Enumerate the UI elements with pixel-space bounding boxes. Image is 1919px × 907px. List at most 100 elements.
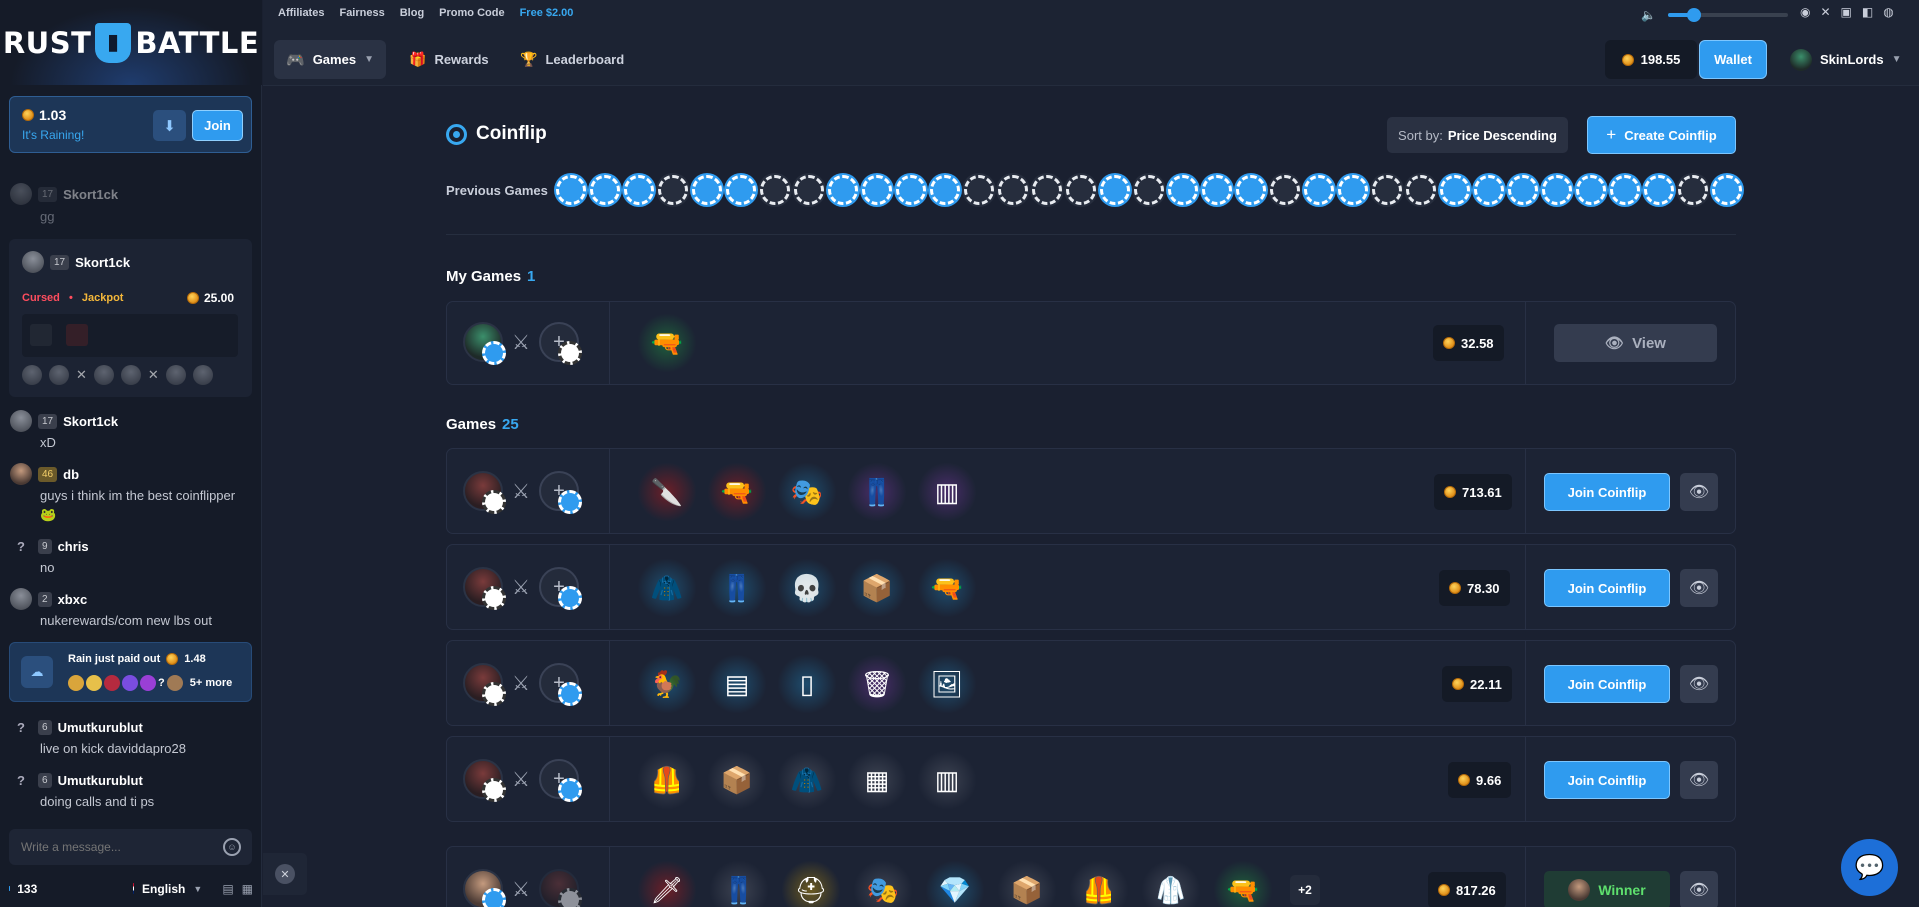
previous-game-white-coin-icon[interactable]	[760, 175, 790, 205]
locker-item-icon[interactable]: ▯	[778, 655, 836, 713]
jackpot-share-card[interactable]: 17 Skort1ck Cursed • Jackpot 25.00 ✕ ✕	[9, 239, 252, 397]
previous-game-white-coin-icon[interactable]	[794, 175, 824, 205]
join-coinflip-button[interactable]: Join Coinflip	[1544, 473, 1670, 511]
x-icon[interactable]: ✕	[1820, 5, 1830, 19]
create-coinflip-button[interactable]: + Create Coinflip	[1587, 116, 1736, 154]
join-slot-plus-icon[interactable]: +	[538, 322, 582, 365]
previous-game-white-coin-icon[interactable]	[964, 175, 994, 205]
previous-game-white-coin-icon[interactable]	[1270, 175, 1300, 205]
avatar[interactable]	[10, 183, 32, 205]
user-menu[interactable]: SkinLords ▼	[1790, 40, 1901, 79]
previous-game-white-coin-icon[interactable]	[1678, 175, 1708, 205]
rifle-item-icon[interactable]: 🔫	[918, 559, 976, 617]
lamp-item-icon[interactable]: 💎	[926, 861, 984, 907]
mask-item-icon[interactable]: 🎭	[778, 463, 836, 521]
chat-username[interactable]: Umutkurublut	[58, 720, 143, 735]
fairness-link[interactable]: Fairness	[339, 7, 384, 19]
rain-tip-icon[interactable]: ⬇	[153, 110, 186, 141]
previous-game-blue-coin-icon[interactable]	[828, 175, 858, 205]
avatar[interactable]	[22, 251, 44, 273]
free-money-link[interactable]: Free $2.00	[520, 7, 574, 19]
unknown-avatar-icon[interactable]: ?	[10, 769, 32, 791]
view-game-button[interactable]: 👁	[1680, 871, 1718, 907]
previous-game-blue-coin-icon[interactable]	[624, 175, 654, 205]
more-items-badge[interactable]: +2	[1290, 875, 1320, 905]
player-avatar[interactable]	[463, 759, 506, 802]
previous-game-white-coin-icon[interactable]	[1372, 175, 1402, 205]
previous-game-blue-coin-icon[interactable]	[1440, 175, 1470, 205]
previous-game-blue-coin-icon[interactable]	[896, 175, 926, 205]
player-avatar[interactable]	[463, 322, 506, 365]
wallet-button[interactable]: Wallet	[1699, 40, 1767, 79]
view-game-button[interactable]: 👁 View	[1554, 324, 1717, 362]
games-menu[interactable]: 🎮 Games ▼	[274, 40, 386, 79]
player-avatar[interactable]	[463, 471, 506, 514]
previous-game-blue-coin-icon[interactable]	[1610, 175, 1640, 205]
player-avatar[interactable]	[463, 869, 506, 907]
previous-game-blue-coin-icon[interactable]	[1644, 175, 1674, 205]
avatar[interactable]	[10, 410, 32, 432]
player-avatar[interactable]	[463, 663, 506, 706]
rifle-item-icon[interactable]: 🔫	[1214, 861, 1272, 907]
player-avatar[interactable]	[538, 869, 582, 907]
chat-username[interactable]: Umutkurublut	[58, 773, 143, 788]
previous-game-blue-coin-icon[interactable]	[1542, 175, 1572, 205]
chat-username[interactable]: chris	[58, 539, 89, 554]
join-slot-plus-icon[interactable]: +	[538, 567, 582, 610]
previous-game-blue-coin-icon[interactable]	[1100, 175, 1130, 205]
table-item-icon[interactable]: ▤	[708, 655, 766, 713]
discord-icon[interactable]: ◉	[1800, 5, 1810, 19]
promo-code-link[interactable]: Promo Code	[439, 7, 504, 19]
rifle-item-icon[interactable]: 🔫	[638, 314, 696, 372]
poster-item-icon[interactable]: 🖼	[918, 655, 976, 713]
previous-game-white-coin-icon[interactable]	[998, 175, 1028, 205]
view-game-button[interactable]: 👁	[1680, 473, 1718, 511]
steam-icon[interactable]: ◍	[1883, 5, 1893, 19]
shelf-item-icon[interactable]: ▥	[918, 751, 976, 809]
avatar[interactable]	[10, 463, 32, 485]
rifle-item-icon[interactable]: 🔫	[708, 463, 766, 521]
speaker-icon[interactable]: 🔈	[1641, 8, 1656, 22]
suit-item-icon[interactable]: 🥼	[1142, 861, 1200, 907]
chat-username[interactable]: xbxc	[58, 592, 88, 607]
support-chat-button[interactable]: 💬	[1841, 839, 1898, 896]
join-coinflip-button[interactable]: Join Coinflip	[1544, 761, 1670, 799]
volume-knob[interactable]	[1687, 8, 1702, 22]
sort-dropdown[interactable]: Sort by: Price Descending	[1387, 117, 1568, 153]
chat-username[interactable]: Skort1ck	[63, 187, 118, 202]
previous-game-blue-coin-icon[interactable]	[1474, 175, 1504, 205]
previous-game-blue-coin-icon[interactable]	[1236, 175, 1266, 205]
previous-game-white-coin-icon[interactable]	[1134, 175, 1164, 205]
trash-can-item-icon[interactable]: 🗑	[848, 655, 906, 713]
chevron-down-icon[interactable]: ▼	[193, 884, 202, 894]
rain-payout-more[interactable]: 5+ more	[190, 677, 233, 689]
pants-item-icon[interactable]: 👖	[710, 861, 768, 907]
rewards-nav[interactable]: 🎁 Rewards	[397, 40, 501, 79]
chat-username[interactable]: Skort1ck	[75, 255, 130, 270]
previous-game-blue-coin-icon[interactable]	[1338, 175, 1368, 205]
language-selector[interactable]: English	[142, 882, 185, 896]
box-item-icon[interactable]: 📦	[998, 861, 1056, 907]
jacket-item-icon[interactable]: 🧥	[778, 751, 836, 809]
join-slot-plus-icon[interactable]: +	[538, 663, 582, 706]
site-logo[interactable]: RUST ▮ BATTLE	[0, 0, 262, 85]
previous-game-blue-coin-icon[interactable]	[1168, 175, 1198, 205]
helmet-item-icon[interactable]: ⛑	[782, 861, 840, 907]
previous-game-blue-coin-icon[interactable]	[862, 175, 892, 205]
previous-game-blue-coin-icon[interactable]	[930, 175, 960, 205]
chicken-item-icon[interactable]: 🐓	[638, 655, 696, 713]
join-slot-plus-icon[interactable]: +	[538, 759, 582, 802]
leaderboard-nav[interactable]: 🏆 Leaderboard	[508, 40, 636, 79]
previous-game-blue-coin-icon[interactable]	[556, 175, 586, 205]
kick-icon[interactable]: ◧	[1862, 5, 1873, 19]
twitch-icon[interactable]: ▣	[1841, 5, 1852, 19]
join-slot-plus-icon[interactable]: +	[538, 471, 582, 514]
join-coinflip-button[interactable]: Join Coinflip	[1544, 569, 1670, 607]
chat-input[interactable]	[21, 837, 221, 857]
pants-item-icon[interactable]: 👖	[848, 463, 906, 521]
rules-icon[interactable]: ▤	[222, 882, 233, 896]
mask-item-icon[interactable]: 🎭	[854, 861, 912, 907]
calendar-icon[interactable]: ▦	[242, 882, 253, 896]
previous-game-white-coin-icon[interactable]	[1066, 175, 1096, 205]
volume-slider[interactable]	[1667, 8, 1788, 22]
